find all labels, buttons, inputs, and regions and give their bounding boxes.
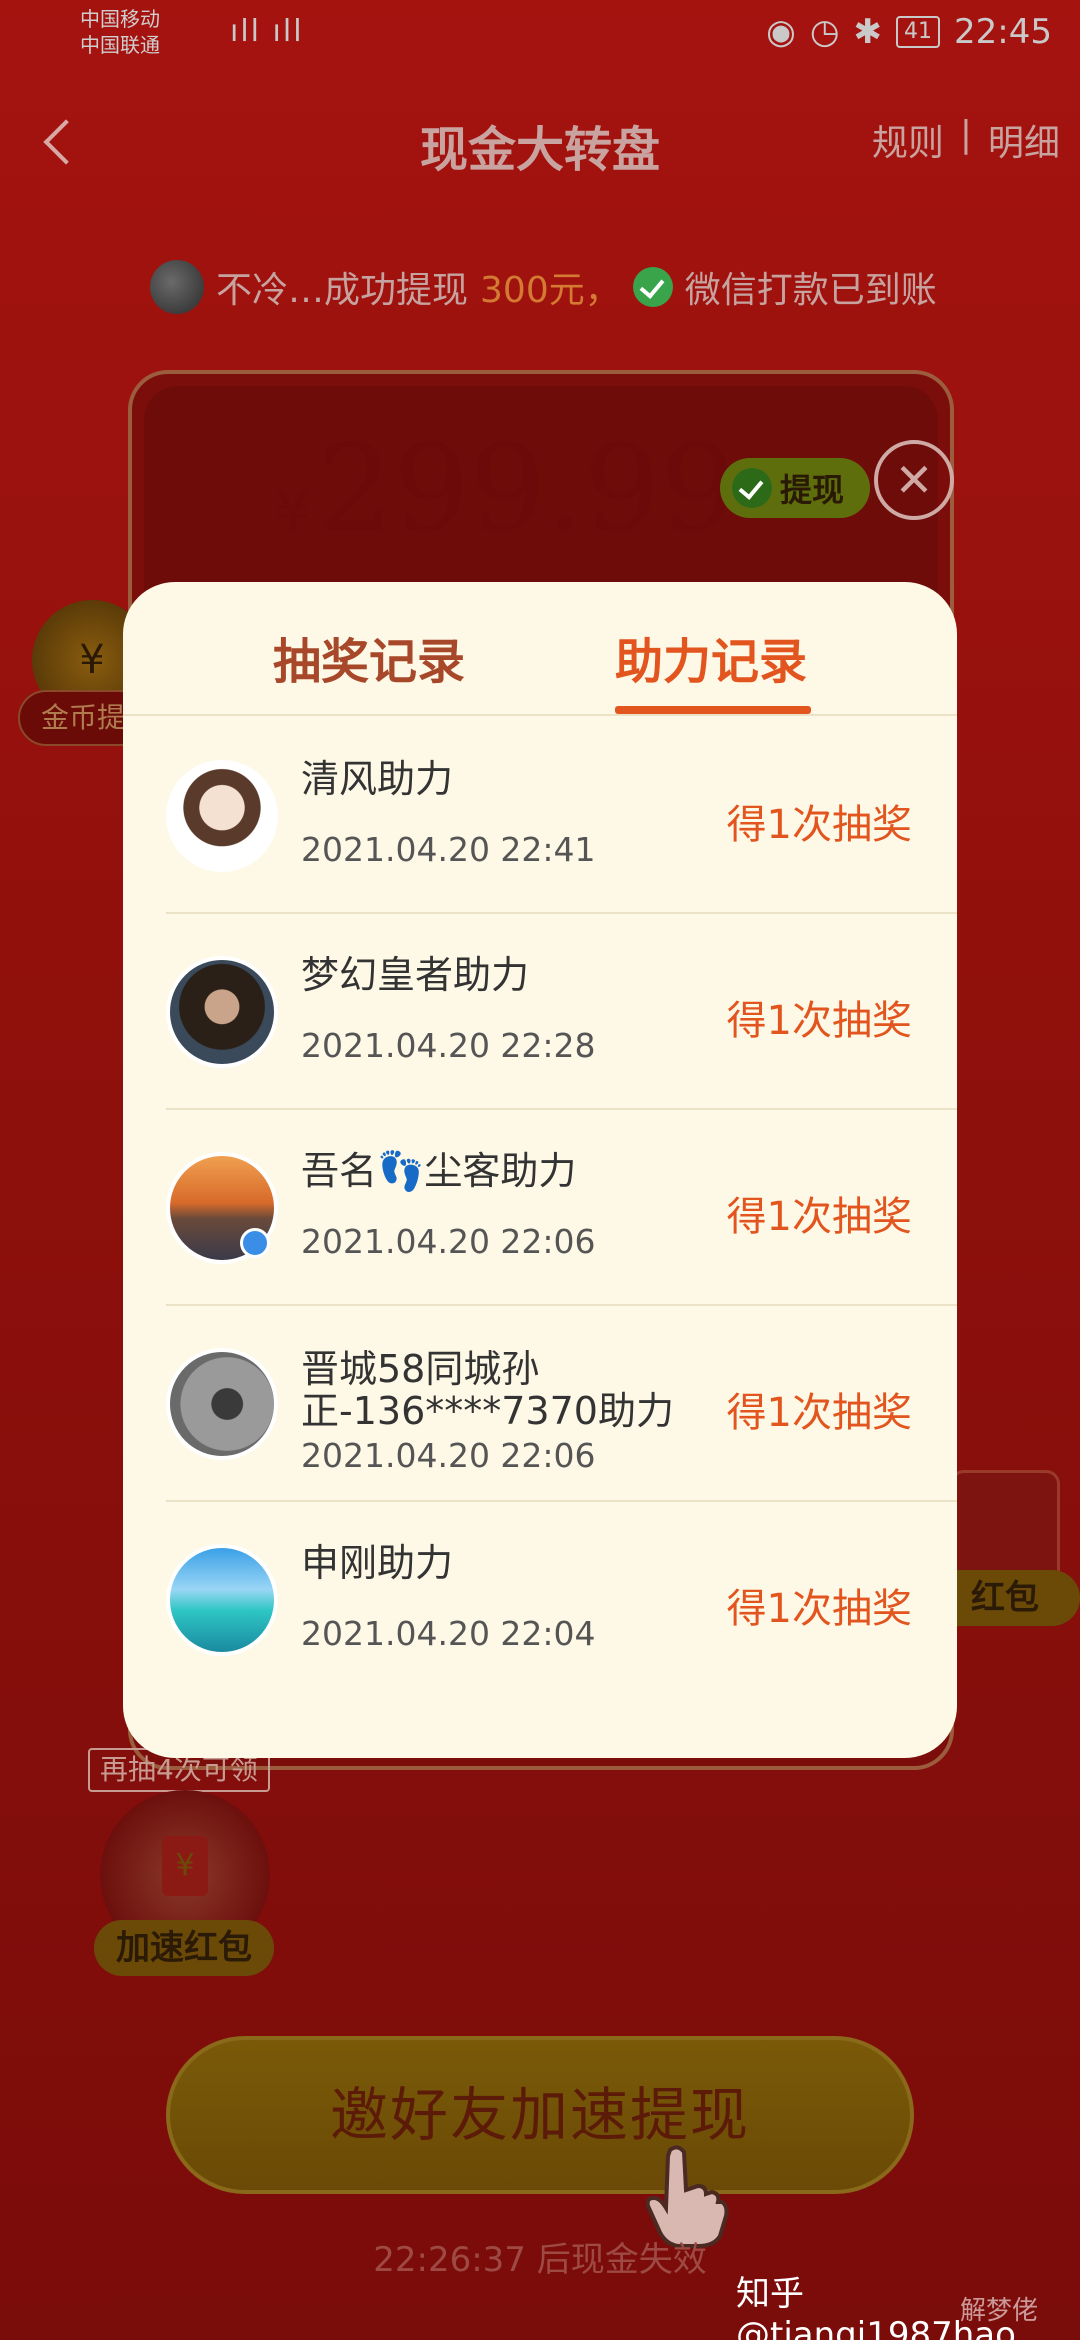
ticker-amount: 300元， xyxy=(480,270,621,311)
signal-icon: ıll ıll xyxy=(230,14,304,49)
close-icon[interactable]: ✕ xyxy=(874,440,954,520)
details-link[interactable]: 明细 xyxy=(988,114,1060,166)
ticker-avatar xyxy=(150,260,204,314)
record-name: 晋城58同城孙正-136****7370助力 xyxy=(301,1347,674,1433)
list-item: 吾名👣尘客助力 2021.04.20 22:06 得1次抽奖 xyxy=(166,1110,957,1306)
record-name: 吾名👣尘客助力 xyxy=(301,1149,577,1193)
speed-red-envelope-label[interactable]: 加速红包 xyxy=(94,1920,274,1976)
assist-record-list: 清风助力 2021.04.20 22:41 得1次抽奖 梦幻皇者助力 2021.… xyxy=(166,718,957,1698)
ticker-prefix: 不冷…成功提现 xyxy=(216,270,469,311)
avatar xyxy=(166,1544,278,1656)
status-time: 22:45 xyxy=(954,12,1052,52)
list-item: 梦幻皇者助力 2021.04.20 22:28 得1次抽奖 xyxy=(166,914,957,1110)
record-name: 清风助力 xyxy=(301,757,454,801)
record-name: 梦幻皇者助力 xyxy=(301,953,530,997)
record-reward: 得1次抽奖 xyxy=(726,1390,912,1436)
carrier-2: 中国联通 xyxy=(80,33,160,57)
status-right: ◉ ◷ ✱ 41 22:45 xyxy=(766,12,1052,52)
ticker-suffix: 微信打款已到账 xyxy=(684,270,937,311)
battery-icon: 41 xyxy=(896,16,941,48)
balance-amount: ¥ 299.99 xyxy=(275,420,737,559)
bluetooth-icon: ✱ xyxy=(853,12,883,52)
record-time: 2021.04.20 22:41 xyxy=(301,830,596,869)
avatar xyxy=(166,760,278,872)
records-tabs: 抽奖记录 助力记录 xyxy=(123,582,957,716)
withdraw-ticker: 不冷…成功提现 300元， 微信打款已到账 xyxy=(150,252,937,322)
watermark-logo-text: 解梦佬 xyxy=(960,2296,1039,2326)
verified-icon xyxy=(240,1228,270,1258)
list-item: 清风助力 2021.04.20 22:41 得1次抽奖 xyxy=(166,718,957,914)
eye-icon: ◉ xyxy=(766,12,796,52)
status-bar: 中国移动 中国联通 ıll ıll ◉ ◷ ✱ 41 22:45 xyxy=(0,0,1080,70)
avatar xyxy=(166,1348,278,1460)
record-time: 2021.04.20 22:04 xyxy=(301,1614,596,1653)
record-reward: 得1次抽奖 xyxy=(726,1194,912,1240)
record-reward: 得1次抽奖 xyxy=(726,998,912,1044)
currency-symbol: ¥ xyxy=(275,479,311,544)
tab-lottery-records[interactable]: 抽奖记录 xyxy=(273,622,465,692)
withdraw-label: 提现 xyxy=(780,471,845,509)
record-name: 申刚助力 xyxy=(301,1541,454,1585)
invite-friends-button[interactable]: 邀好友加速提现 xyxy=(166,2036,914,2194)
records-modal: 抽奖记录 助力记录 清风助力 2021.04.20 22:41 得1次抽奖 梦幻… xyxy=(123,582,957,1758)
record-time: 2021.04.20 22:06 xyxy=(301,1436,596,1475)
app-header: 现金大转盘 规则 | 明细 xyxy=(0,90,1080,200)
header-links: 规则 | 明细 xyxy=(872,114,1060,166)
wechat-icon xyxy=(732,468,772,508)
carrier-info: 中国移动 中国联通 xyxy=(80,6,160,58)
record-time: 2021.04.20 22:06 xyxy=(301,1222,596,1261)
avatar xyxy=(166,956,278,1068)
list-item: 晋城58同城孙正-136****7370助力 2021.04.20 22:06 … xyxy=(166,1306,957,1502)
tab-assist-records[interactable]: 助力记录 xyxy=(615,622,807,692)
header-separator: | xyxy=(959,114,972,155)
alarm-icon: ◷ xyxy=(809,12,840,52)
active-tab-indicator xyxy=(615,706,811,714)
carrier-1: 中国移动 xyxy=(80,7,160,31)
rules-link[interactable]: 规则 xyxy=(872,114,944,166)
record-time: 2021.04.20 22:28 xyxy=(301,1026,596,1065)
wechat-check-icon xyxy=(632,267,673,307)
record-reward: 得1次抽奖 xyxy=(726,802,912,848)
record-reward: 得1次抽奖 xyxy=(726,1586,912,1632)
withdraw-button[interactable]: 提现 xyxy=(720,458,870,518)
list-item: 申刚助力 2021.04.20 22:04 得1次抽奖 xyxy=(166,1502,957,1698)
balance-value: 299.99 xyxy=(316,420,737,559)
